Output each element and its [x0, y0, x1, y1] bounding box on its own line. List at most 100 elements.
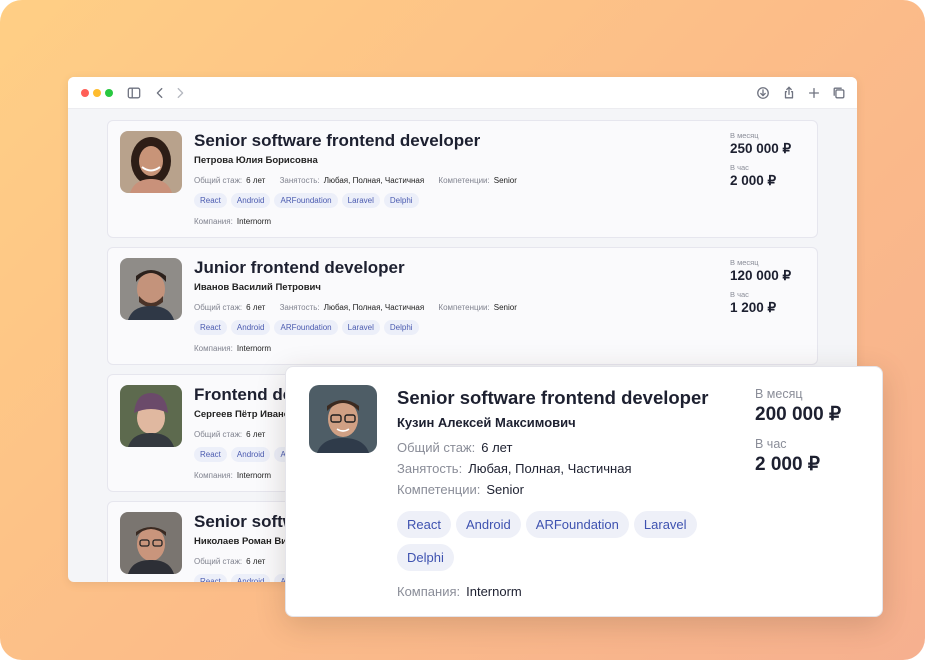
skill-tag[interactable]: Android	[230, 320, 271, 335]
competence-label: Компетенции:	[438, 176, 490, 185]
experience-value: 6 лет	[246, 303, 266, 312]
skill-tag[interactable]: React	[194, 320, 227, 335]
company-row: Компания: Internorm	[194, 217, 271, 226]
candidate-meta: Общий стаж: 6 лет Занятость: Любая, Полная…	[194, 303, 529, 312]
skill-tag[interactable]: React	[397, 511, 451, 538]
competence-label: Компетенции:	[438, 303, 490, 312]
salary-month: В месяц 250 000 ₽	[730, 131, 791, 157]
experience-label: Общий стаж:	[194, 303, 243, 312]
company-label: Компания:	[194, 344, 233, 353]
candidate-title: Senior softw	[194, 512, 297, 531]
skill-tag[interactable]: React	[194, 447, 227, 462]
skill-tag[interactable]: ARFoundation	[274, 193, 338, 208]
candidate-meta: Общий стаж: 6 лет Занятость: Любая, Полная…	[194, 176, 529, 185]
salary-month-value: 200 000 ₽	[755, 404, 842, 425]
experience-value: 6 лет	[246, 176, 266, 185]
salary-hour-label: В час	[755, 437, 787, 451]
employment-label: Занятость:	[397, 461, 463, 476]
experience-value: 6 лет	[481, 440, 513, 455]
candidate-meta: Общий стаж: 6 лет	[194, 430, 277, 439]
skill-tags: React Android ARFoundation Laravel Delph…	[397, 511, 727, 571]
salary-month-value: 120 000 ₽	[730, 268, 792, 283]
salary-hour-value: 1 200 ₽	[730, 300, 777, 315]
salary-month: В месяц 200 000 ₽	[755, 387, 841, 426]
experience-row: Общий стаж: 6 лет	[397, 440, 512, 455]
competence-row: Компетенции: Senior	[397, 482, 524, 497]
skill-tag[interactable]: Laravel	[341, 320, 380, 335]
experience-value: 6 лет	[246, 557, 266, 566]
skill-tag[interactable]: React	[194, 574, 227, 582]
skill-tag[interactable]: Android	[230, 193, 271, 208]
company-row: Компания: Internorm	[397, 584, 522, 599]
candidate-title: Senior software frontend developer	[194, 131, 481, 150]
candidate-avatar	[120, 258, 182, 320]
competence-value: Senior	[493, 303, 517, 312]
experience-label: Общий стаж:	[194, 430, 243, 439]
candidate-detail-card[interactable]: Senior software frontend developer Кузин…	[285, 366, 883, 617]
gradient-frame: Senior software frontend developer Петро…	[0, 0, 925, 660]
candidate-title: Senior software frontend developer	[397, 387, 709, 408]
company-value: Internorm	[236, 217, 272, 226]
salary-month-label: В месяц	[730, 258, 759, 267]
candidate-name: Петрова Юлия Борисовна	[194, 155, 318, 166]
salary-month-value: 250 000 ₽	[730, 141, 792, 156]
back-icon[interactable]	[152, 85, 168, 101]
competence-label: Компетенции:	[397, 482, 481, 497]
experience-value: 6 лет	[246, 430, 266, 439]
salary-hour-label: В час	[730, 163, 749, 172]
sidebar-icon[interactable]	[126, 85, 142, 101]
salary-hour: В час 1 200 ₽	[730, 290, 776, 316]
company-value: Internorm	[236, 344, 272, 353]
candidate-avatar	[309, 385, 377, 453]
skill-tags: React Android AF	[194, 574, 297, 582]
company-label: Компания:	[194, 217, 233, 226]
skill-tag[interactable]: ARFoundation	[525, 511, 629, 538]
company-label: Компания:	[194, 471, 233, 480]
skill-tag[interactable]: Delphi	[397, 544, 454, 571]
skill-tag[interactable]: React	[194, 193, 227, 208]
candidate-name: Кузин Алексей Максимович	[397, 415, 576, 430]
candidate-card[interactable]: Junior frontend developer Иванов Василий…	[107, 247, 818, 365]
forward-icon[interactable]	[172, 85, 188, 101]
salary-hour-value: 2 000 ₽	[730, 173, 777, 188]
employment-value: Любая, Полная, Частичная	[468, 461, 632, 476]
salary-hour-label: В час	[730, 290, 749, 299]
employment-label: Занятость:	[279, 176, 320, 185]
minimize-window-button[interactable]	[93, 89, 101, 97]
candidate-title: Frontend de	[194, 385, 293, 404]
download-icon[interactable]	[755, 85, 771, 101]
company-value: Internorm	[236, 471, 272, 480]
candidate-name: Сергеев Пётр Иванов	[194, 409, 296, 420]
company-label: Компания:	[397, 584, 461, 599]
competence-value: Senior	[493, 176, 517, 185]
salary-month-label: В месяц	[755, 387, 803, 401]
skill-tag[interactable]: Android	[230, 447, 271, 462]
skill-tag[interactable]: Android	[455, 511, 521, 538]
skill-tag[interactable]: Laravel	[341, 193, 380, 208]
share-icon[interactable]	[781, 85, 797, 101]
skill-tag[interactable]: Delphi	[383, 320, 419, 335]
tabs-overview-icon[interactable]	[831, 85, 847, 101]
experience-label: Общий стаж:	[397, 440, 476, 455]
candidate-avatar	[120, 512, 182, 574]
close-window-button[interactable]	[81, 89, 89, 97]
candidate-avatar	[120, 385, 182, 447]
experience-label: Общий стаж:	[194, 557, 243, 566]
skill-tag[interactable]: Android	[230, 574, 271, 582]
candidate-card[interactable]: Senior software frontend developer Петро…	[107, 120, 818, 238]
company-value: Internorm	[466, 584, 522, 599]
new-tab-icon[interactable]	[806, 85, 822, 101]
skill-tag[interactable]: Laravel	[633, 511, 697, 538]
skill-tags: React Android ARFoundation Laravel Delph…	[194, 193, 419, 208]
candidate-title: Junior frontend developer	[194, 258, 405, 277]
candidate-name: Николаев Роман Викт	[194, 536, 297, 547]
skill-tag[interactable]: Delphi	[383, 193, 419, 208]
company-row: Компания: Internorm	[194, 471, 271, 480]
employment-value: Любая, Полная, Частичная	[323, 176, 425, 185]
employment-row: Занятость: Любая, Полная, Частичная	[397, 461, 632, 476]
skill-tag[interactable]: ARFoundation	[274, 320, 338, 335]
maximize-window-button[interactable]	[105, 89, 113, 97]
salary-month: В месяц 120 000 ₽	[730, 258, 791, 284]
candidate-name: Иванов Василий Петрович	[194, 282, 321, 293]
browser-titlebar	[68, 77, 857, 109]
